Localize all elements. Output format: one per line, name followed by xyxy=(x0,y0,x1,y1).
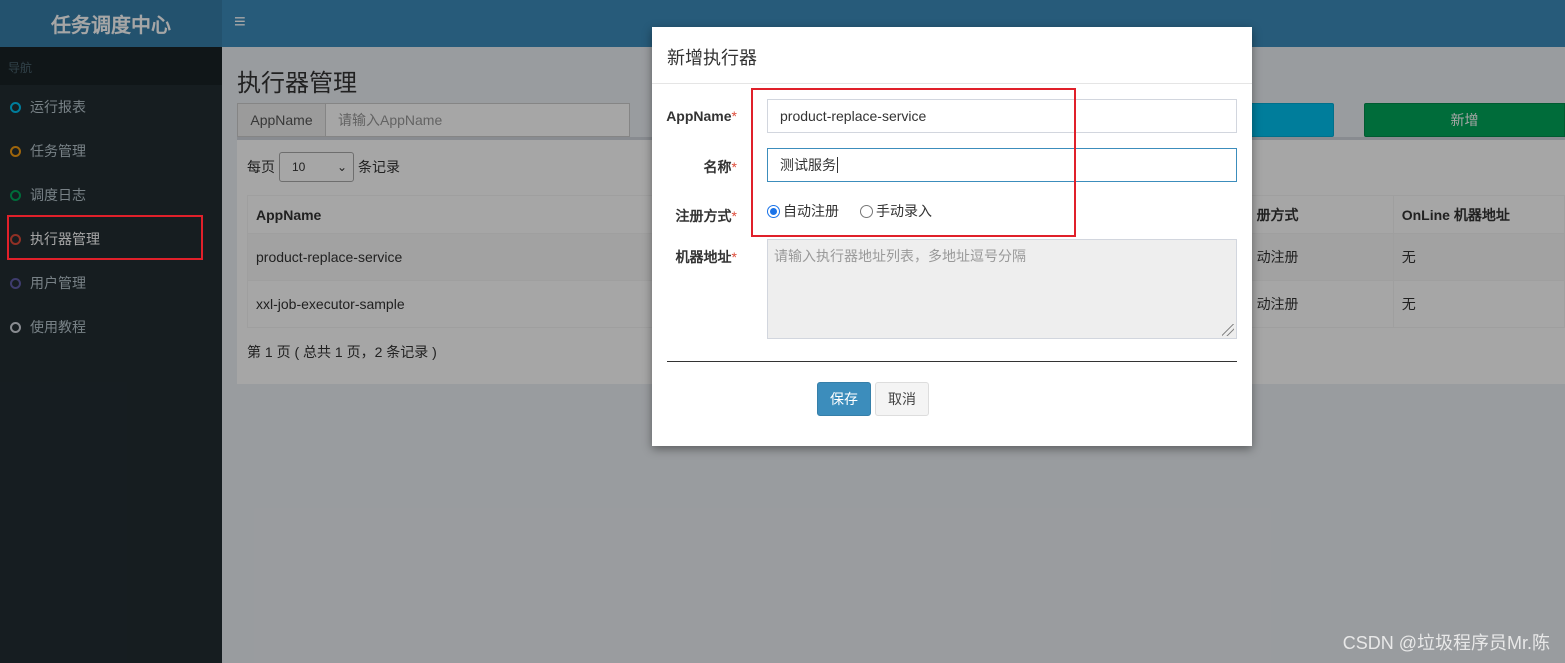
address-label-text: 机器地址 xyxy=(675,249,732,265)
required-mark: * xyxy=(731,159,737,175)
address-placeholder: 请输入执行器地址列表，多地址逗号分隔 xyxy=(774,248,1026,264)
appname-label: AppName* xyxy=(652,108,737,124)
radio-auto-register[interactable]: 自动注册 xyxy=(767,201,839,221)
radio-label: 自动注册 xyxy=(783,203,839,219)
text-caret xyxy=(837,157,838,173)
radio-manual-register[interactable]: 手动录入 xyxy=(860,201,932,221)
cancel-button[interactable]: 取消 xyxy=(875,382,929,416)
required-mark: * xyxy=(731,249,737,265)
address-textarea[interactable]: 请输入执行器地址列表，多地址逗号分隔 xyxy=(767,239,1237,339)
required-mark: * xyxy=(731,208,737,224)
name-label: 名称* xyxy=(652,157,737,177)
radio-unchecked-icon xyxy=(860,204,873,218)
registration-label: 注册方式* xyxy=(652,206,737,226)
resize-grip-icon[interactable] xyxy=(1222,324,1234,336)
appname-input[interactable]: product-replace-service xyxy=(767,99,1237,133)
name-input[interactable]: 测试服务 xyxy=(767,148,1237,182)
registration-label-text: 注册方式 xyxy=(675,208,732,224)
modal-divider xyxy=(667,361,1237,362)
add-executor-modal: 新增执行器 AppName* product-replace-service 名… xyxy=(652,27,1252,446)
required-mark: * xyxy=(731,108,737,124)
name-input-value: 测试服务 xyxy=(780,157,836,173)
appname-label-text: AppName xyxy=(666,108,732,124)
save-button[interactable]: 保存 xyxy=(817,382,871,416)
name-label-text: 名称 xyxy=(703,159,732,175)
watermark: CSDN @垃圾程序员Mr.陈 xyxy=(1342,633,1550,653)
radio-checked-icon xyxy=(767,204,780,218)
modal-title: 新增执行器 xyxy=(652,27,1252,84)
radio-label: 手动录入 xyxy=(876,203,932,219)
address-label: 机器地址* xyxy=(652,247,737,267)
